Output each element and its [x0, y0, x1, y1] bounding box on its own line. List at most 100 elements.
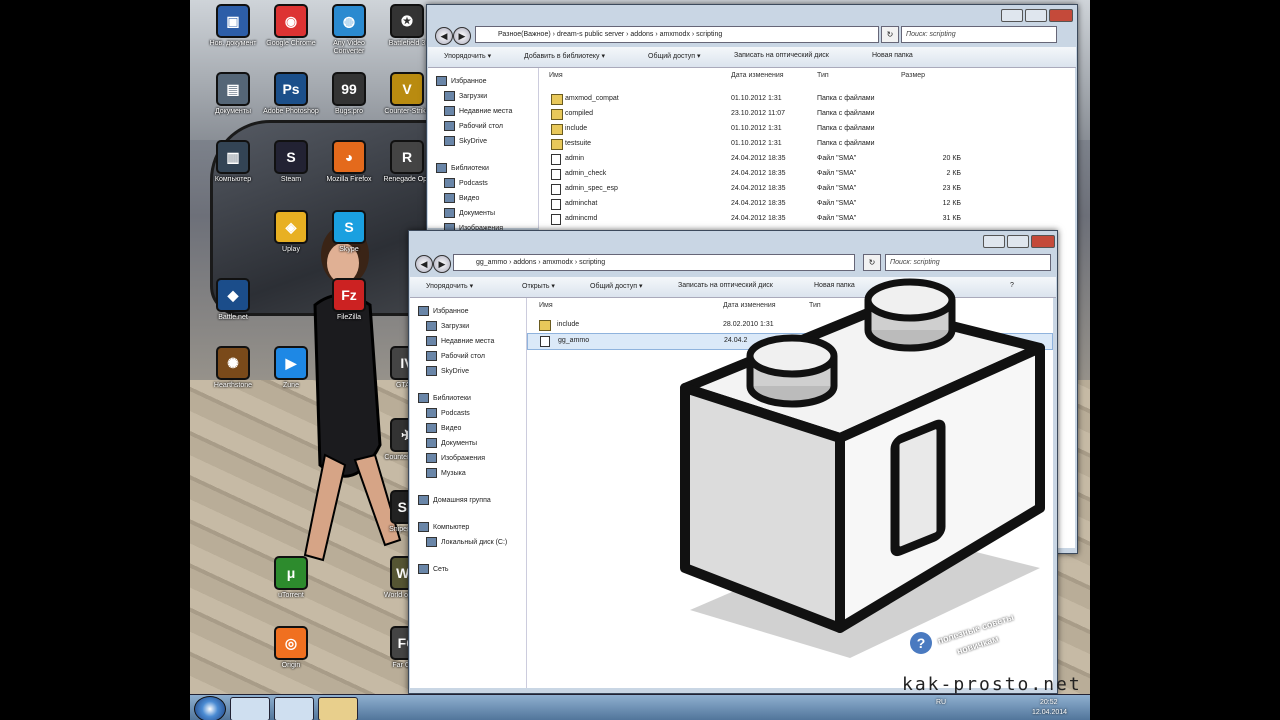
new-folder-button[interactable]: Новая папка — [872, 52, 913, 59]
desktop-icon[interactable]: ◉ Google Chrome — [262, 4, 320, 48]
desktop-icon[interactable]: ◕ Mozilla Firefox — [320, 140, 378, 184]
desktop-icon[interactable]: Fz FileZilla — [320, 278, 378, 322]
taskbar-app-2[interactable] — [274, 697, 314, 720]
nav-item[interactable]: Документы — [444, 208, 495, 218]
nav-item[interactable]: Недавние места — [444, 106, 512, 116]
nav-item[interactable]: Рабочий стол — [444, 121, 503, 131]
desktop-icon[interactable]: ✺ Hearthstone — [204, 346, 262, 390]
nav-item[interactable]: SkyDrive — [444, 136, 487, 146]
forward-icon[interactable]: ▶ — [453, 27, 471, 45]
clock-time[interactable]: 20:52 — [1040, 699, 1058, 706]
nav-item[interactable]: Библиотеки — [436, 163, 489, 173]
search-input[interactable]: Поиск: scripting — [901, 26, 1057, 43]
file-icon — [551, 184, 561, 195]
column-size[interactable]: Размер — [901, 72, 925, 79]
app-icon: ▤ — [216, 72, 250, 106]
file-row[interactable]: admin 24.04.2012 18:35 Файл "SMA" 20 КБ — [539, 152, 1075, 167]
close-button[interactable] — [1031, 235, 1055, 248]
share-menu[interactable]: Общий доступ ▾ — [590, 282, 643, 290]
desktop-icon[interactable]: S Steam — [262, 140, 320, 184]
desktop-icon[interactable]: ◍ Any Video Converter — [320, 4, 378, 56]
desktop-icon[interactable]: S Skype — [320, 210, 378, 254]
back-icon[interactable]: ◀ — [435, 27, 453, 45]
back-icon[interactable]: ◀ — [415, 255, 433, 273]
taskbar-app-1[interactable] — [230, 697, 270, 720]
start-button[interactable] — [194, 696, 226, 720]
close-button[interactable] — [1049, 9, 1073, 22]
file-date: 23.10.2012 11:07 — [731, 110, 785, 117]
open-menu[interactable]: Открыть ▾ — [522, 282, 555, 290]
file-row[interactable]: include 01.10.2012 1:31 Папка с файлами — [539, 122, 1075, 137]
taskbar-explorer[interactable] — [318, 697, 358, 720]
minimize-button[interactable] — [1001, 9, 1023, 22]
desktop-icon[interactable]: 99 Bugs.pro — [320, 72, 378, 116]
app-icon: S — [332, 210, 366, 244]
nav-item[interactable]: Компьютер — [418, 522, 469, 532]
address-bar[interactable]: Разное(Важное) › dream-s public server ›… — [475, 26, 879, 43]
file-type: Папка с файлами — [817, 95, 875, 102]
organize-menu[interactable]: Упорядочить ▾ — [426, 282, 473, 290]
title-bar[interactable] — [427, 5, 1077, 23]
nav-item-icon — [418, 393, 429, 403]
nav-item[interactable]: Недавние места — [426, 336, 494, 346]
desktop-icon[interactable]: ▥ Компьютер — [204, 140, 262, 184]
nav-item[interactable]: Документы — [426, 438, 477, 448]
nav-item[interactable]: Podcasts — [426, 408, 470, 418]
forward-icon[interactable]: ▶ — [433, 255, 451, 273]
desktop-icon[interactable]: Ps Adobe Photoshop — [262, 72, 320, 116]
burn-button[interactable]: Записать на оптический диск — [734, 52, 829, 59]
desktop-icon[interactable]: ◆ Battle.net — [204, 278, 262, 322]
column-date[interactable]: Дата изменения — [731, 72, 784, 79]
column-name[interactable]: Имя — [549, 72, 563, 79]
maximize-button[interactable] — [1007, 235, 1029, 248]
file-row[interactable]: admin_check 24.04.2012 18:35 Файл "SMA" 2 К… — [539, 167, 1075, 182]
column-name[interactable]: Имя — [539, 302, 553, 309]
maximize-button[interactable] — [1025, 9, 1047, 22]
file-row[interactable]: admin_spec_esp 24.04.2012 18:35 Файл "SMA"… — [539, 182, 1075, 197]
column-type[interactable]: Тип — [817, 72, 829, 79]
nav-item[interactable]: Избранное — [418, 306, 468, 316]
language-indicator[interactable]: RU — [936, 699, 946, 706]
desktop-icon[interactable]: ▤ Документы — [204, 72, 262, 116]
desktop-icon[interactable]: ▶ Zune — [262, 346, 320, 390]
refresh-icon[interactable]: ↻ — [881, 26, 899, 43]
nav-item[interactable]: Домашняя группа — [418, 495, 491, 505]
nav-item-icon — [436, 76, 447, 86]
organize-menu[interactable]: Упорядочить ▾ — [444, 52, 491, 60]
nav-item[interactable]: Библиотеки — [418, 393, 471, 403]
nav-item[interactable]: Локальный диск (C:) — [426, 537, 507, 547]
minimize-button[interactable] — [983, 235, 1005, 248]
nav-item[interactable]: Изображения — [426, 453, 485, 463]
file-row[interactable]: testsuite 01.10.2012 1:31 Папка с файлами — [539, 137, 1075, 152]
file-row[interactable]: compiled 23.10.2012 11:07 Папка с файлами — [539, 107, 1075, 122]
nav-item[interactable]: Рабочий стол — [426, 351, 485, 361]
share-menu[interactable]: Общий доступ ▾ — [648, 52, 701, 60]
app-icon: μ — [274, 556, 308, 590]
desktop-icon[interactable]: ◈ Uplay — [262, 210, 320, 254]
nav-item[interactable]: SkyDrive — [426, 366, 469, 376]
desktop-icon[interactable]: ▣ Нов. документ — [204, 4, 262, 48]
file-row[interactable]: amxmod_compat 01.10.2012 1:31 Папка с файл… — [539, 92, 1075, 107]
clock-date[interactable]: 12.04.2014 — [1032, 709, 1067, 716]
nav-item[interactable]: Сеть — [418, 564, 449, 574]
nav-item-label: Музыка — [441, 469, 466, 477]
folder-icon — [551, 94, 563, 105]
add-to-library-menu[interactable]: Добавить в библиотеку ▾ — [524, 52, 605, 60]
nav-item[interactable]: Видео — [426, 423, 461, 433]
desktop-icon-label: Origin — [281, 662, 301, 669]
app-icon: ◆ — [216, 278, 250, 312]
file-row[interactable]: admincmd 24.04.2012 18:35 Файл "SMA" 31 КБ — [539, 212, 1075, 227]
nav-item[interactable]: Podcasts — [444, 178, 488, 188]
title-bar[interactable] — [409, 231, 1057, 249]
file-row[interactable]: adminchat 24.04.2012 18:35 Файл "SMA" 12 КБ — [539, 197, 1075, 212]
nav-item[interactable]: Видео — [444, 193, 479, 203]
nav-item[interactable]: Музыка — [426, 468, 466, 478]
file-name: compiled — [565, 110, 594, 117]
desktop-icon-label: Hearthstone — [213, 382, 253, 389]
nav-item[interactable]: Избранное — [436, 76, 486, 86]
nav-item[interactable]: Загрузки — [426, 321, 469, 331]
desktop-icon[interactable]: μ uTorrent — [262, 556, 320, 600]
file-name: admin_check — [565, 170, 607, 177]
nav-item[interactable]: Загрузки — [444, 91, 487, 101]
desktop-icon[interactable]: ◎ Origin — [262, 626, 320, 670]
